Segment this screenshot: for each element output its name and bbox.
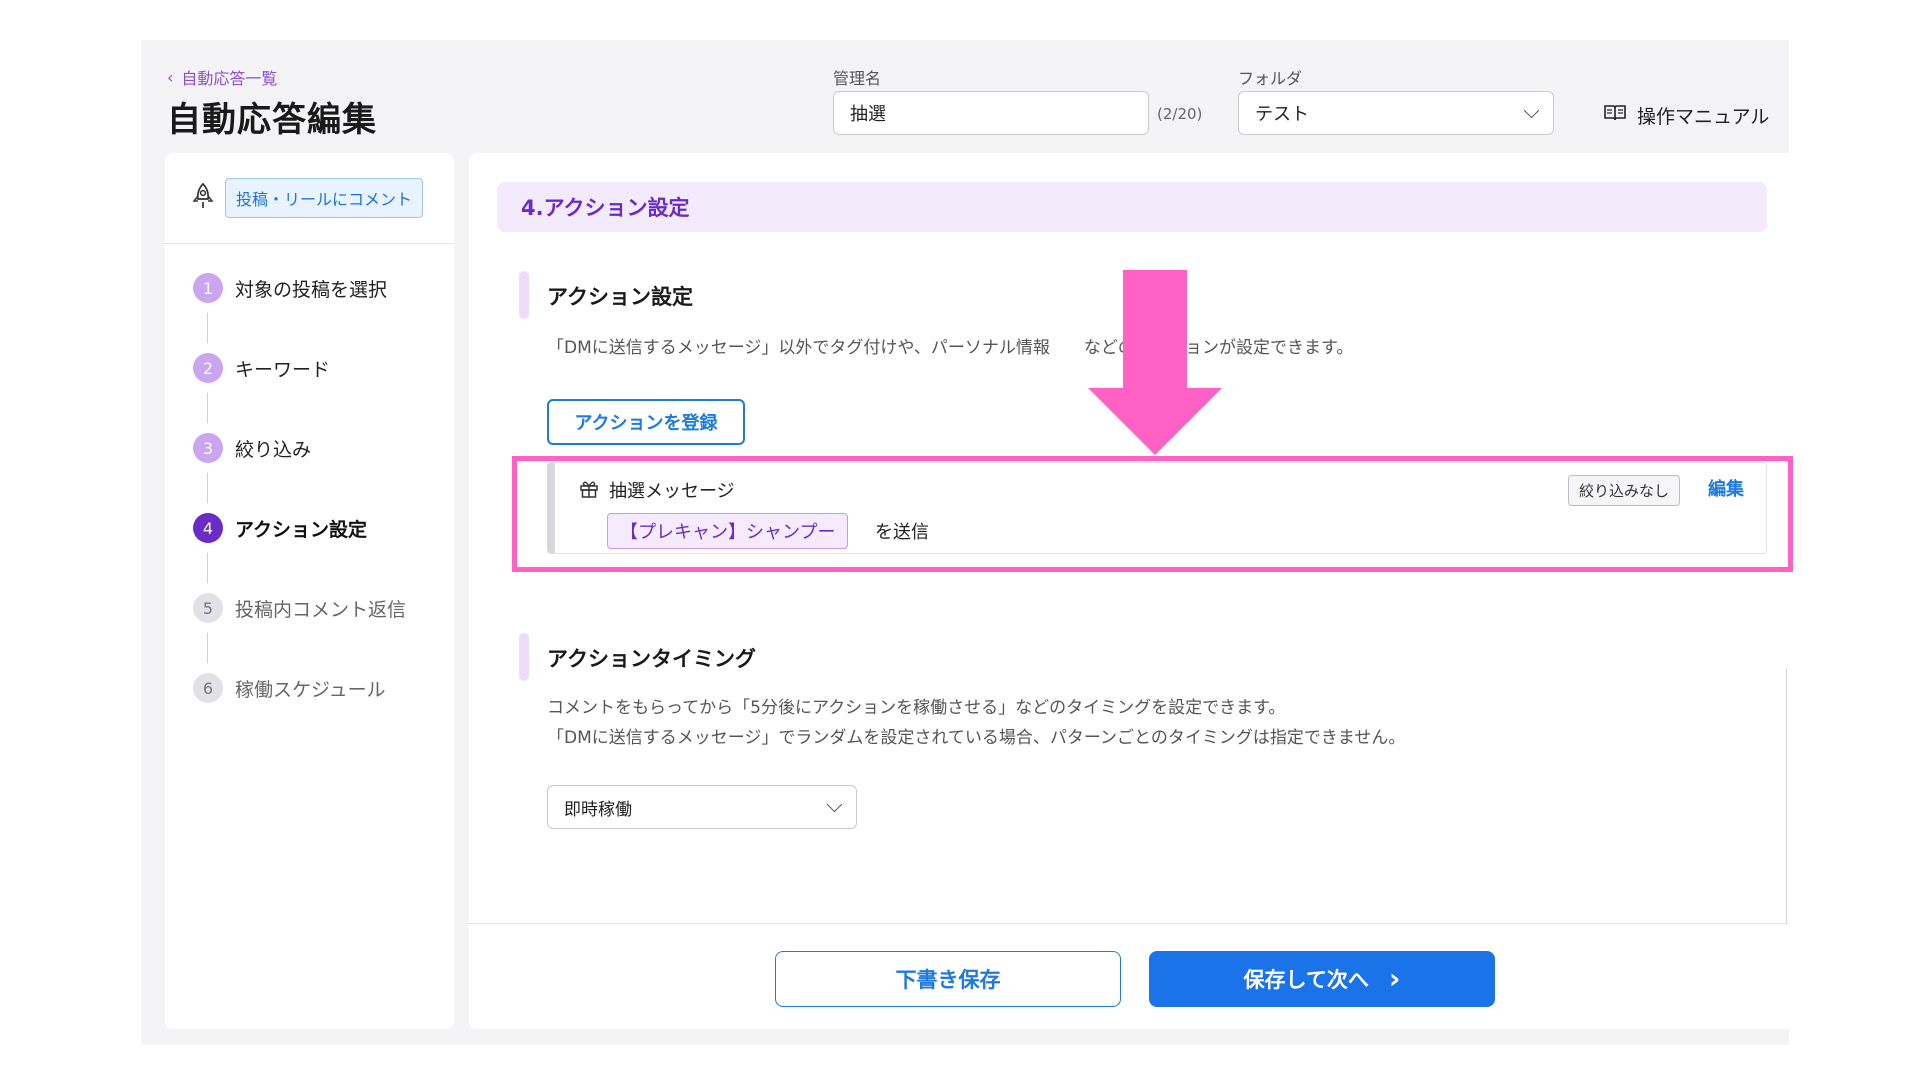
- step-5[interactable]: 5 投稿内コメント返信: [193, 593, 406, 623]
- timing-select[interactable]: 即時稼働: [547, 785, 857, 829]
- name-input[interactable]: [833, 91, 1149, 135]
- footer-divider: [469, 923, 1789, 924]
- step-3[interactable]: 3 絞り込み: [193, 433, 311, 463]
- save-and-next-label: 保存して次へ: [1243, 968, 1369, 992]
- step-number: 3: [193, 433, 223, 463]
- step-6[interactable]: 6 稼働スケジュール: [193, 673, 386, 703]
- name-label: 管理名: [833, 69, 882, 88]
- manual-link[interactable]: 操作マニュアル: [1603, 102, 1769, 129]
- section-title: 4.アクション設定: [497, 182, 1767, 232]
- chevron-down-icon: [826, 796, 843, 813]
- back-link[interactable]: ‹ 自動応答一覧: [167, 65, 277, 89]
- action-timing-description-2: 「DMに送信するメッセージ」でランダムを設定されている場合、パターンごとのタイミ…: [547, 728, 1406, 748]
- timing-select-value: 即時稼働: [564, 799, 632, 820]
- divider: [1786, 668, 1787, 923]
- book-icon: [1603, 103, 1627, 128]
- chevron-right-icon: ›: [1388, 962, 1401, 995]
- chevron-down-icon: [1523, 102, 1540, 119]
- step-label: 投稿内コメント返信: [235, 598, 407, 621]
- step-number: 6: [193, 673, 223, 703]
- action-settings-description: 「DMに送信するメッセージ」以外でタグ付けや、パーソナル情報 などのアクションが…: [547, 338, 1354, 358]
- folder-select-value: テスト: [1255, 104, 1309, 125]
- step-connector: [207, 473, 208, 503]
- folder-select[interactable]: テスト: [1238, 91, 1554, 135]
- step-connector: [207, 393, 208, 423]
- action-timing-title: アクションタイミング: [547, 647, 756, 671]
- step-1[interactable]: 1 対象の投稿を選択: [193, 273, 387, 303]
- step-label: 対象の投稿を選択: [235, 278, 388, 301]
- subsection-accent-bar: [519, 271, 529, 319]
- save-and-next-button[interactable]: 保存して次へ ›: [1149, 951, 1495, 1007]
- step-number: 4: [193, 513, 223, 543]
- trigger-type-badge: 投稿・リールにコメント: [225, 178, 424, 218]
- step-label: キーワード: [235, 358, 331, 381]
- step-connector: [207, 313, 208, 343]
- sidebar: 投稿・リールにコメント 1 対象の投稿を選択 2 キーワード 3 絞り込み 4 …: [165, 153, 454, 1029]
- step-connector: [207, 553, 208, 583]
- folder-label: フォルダ: [1238, 69, 1303, 88]
- page-title: 自動応答編集: [167, 100, 377, 140]
- step-2[interactable]: 2 キーワード: [193, 353, 330, 383]
- step-label: アクション設定: [235, 518, 368, 541]
- chevron-left-icon: ‹: [167, 67, 174, 87]
- manual-link-label: 操作マニュアル: [1637, 106, 1770, 128]
- step-4[interactable]: 4 アクション設定: [193, 513, 367, 543]
- action-settings-title: アクション設定: [547, 285, 693, 309]
- step-connector: [207, 633, 208, 663]
- name-counter: (2/20): [1157, 105, 1203, 123]
- sidebar-header: 投稿・リールにコメント: [165, 153, 454, 244]
- step-label: 絞り込み: [235, 438, 312, 461]
- step-number: 2: [193, 353, 223, 383]
- step-number: 1: [193, 273, 223, 303]
- rocket-icon: [191, 182, 215, 214]
- action-timing-description-1: コメントをもらってから「5分後にアクションを稼働させる」などのタイミングを設定で…: [547, 698, 1286, 718]
- down-arrow-icon: [1088, 270, 1222, 455]
- register-action-button[interactable]: アクションを登録: [547, 399, 745, 445]
- highlight-box: [512, 456, 1793, 572]
- back-link-label: 自動応答一覧: [181, 69, 278, 88]
- save-draft-button[interactable]: 下書き保存: [775, 951, 1121, 1007]
- step-label: 稼働スケジュール: [235, 678, 386, 701]
- subsection-accent-bar: [519, 633, 529, 681]
- step-number: 5: [193, 593, 223, 623]
